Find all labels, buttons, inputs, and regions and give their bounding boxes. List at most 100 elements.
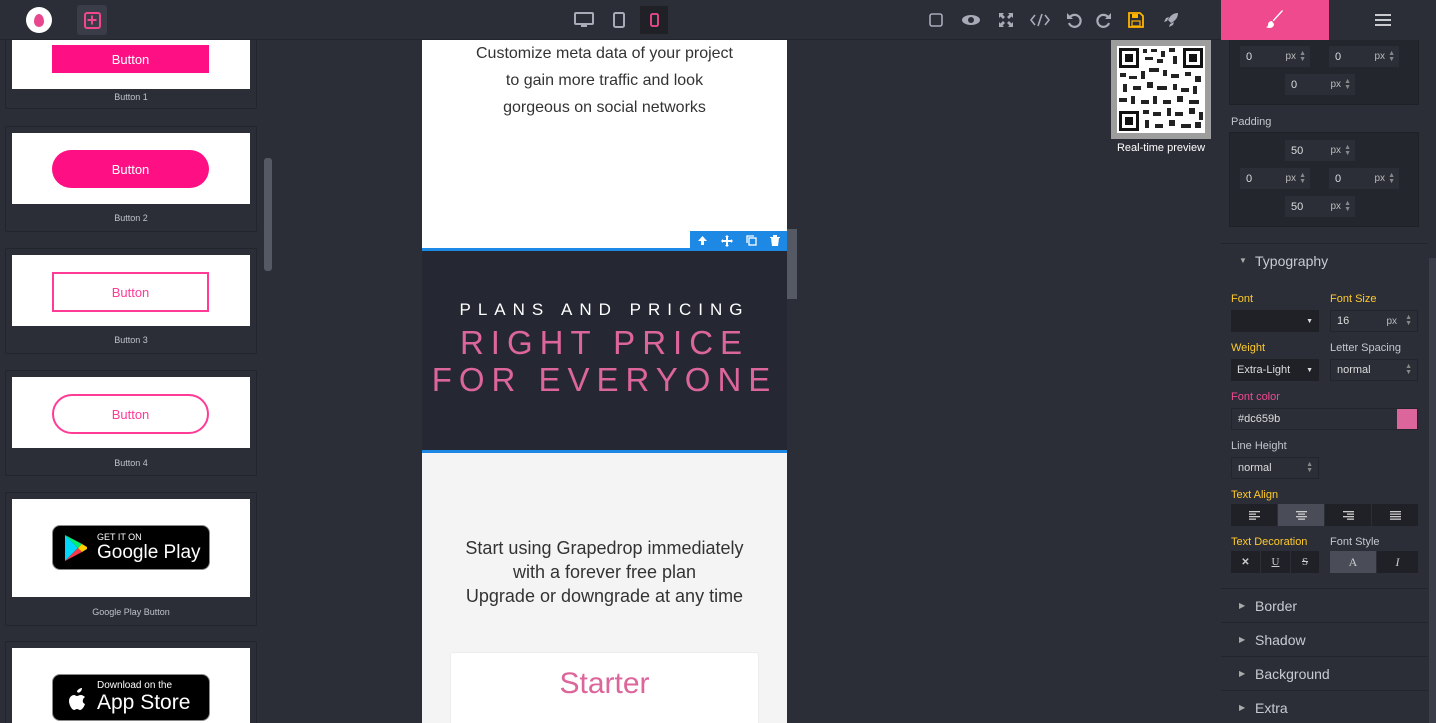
caret-down-icon: ▼ <box>1306 366 1313 374</box>
preview-button[interactable] <box>957 6 985 34</box>
block-card-app-store[interactable]: Download on the App Store <box>5 641 257 723</box>
line-height-input[interactable]: normal ▲ ▼ <box>1231 457 1319 479</box>
mobile-device-button[interactable] <box>640 6 668 34</box>
typography-section-header[interactable]: ▼ Typography <box>1221 243 1428 277</box>
font-select[interactable]: ▼ <box>1231 310 1319 332</box>
editor-canvas[interactable]: Customize meta data of your project to g… <box>422 40 787 723</box>
font-color-label: Font color <box>1231 391 1280 403</box>
tab-layer-manager[interactable] <box>1329 0 1436 40</box>
background-section-header[interactable]: ▶ Background <box>1221 656 1428 690</box>
style-panel-scrollbar[interactable] <box>1429 258 1436 723</box>
align-left-icon <box>1248 510 1260 520</box>
block-card-google-play[interactable]: GET IT ON Google Play Google Play Button <box>5 492 257 626</box>
realtime-preview-label: Real-time preview <box>1116 142 1206 154</box>
block-card-button-2[interactable]: Button Button 2 <box>5 126 257 232</box>
letter-spacing-input[interactable]: normal ▲ ▼ <box>1330 359 1418 381</box>
pricing-body-section[interactable]: Start using Grapedrop immediately with a… <box>422 453 787 723</box>
clone-icon[interactable] <box>746 235 757 246</box>
border-section-header[interactable]: ▶ Border <box>1221 588 1428 622</box>
block-thumbnail: Button <box>12 255 250 326</box>
extra-section-header[interactable]: ▶ Extra <box>1221 690 1428 723</box>
publish-button[interactable] <box>1157 6 1185 34</box>
tab-style-manager[interactable] <box>1221 0 1329 40</box>
align-justify-button[interactable] <box>1372 504 1418 526</box>
block-card-button-4[interactable]: Button Button 4 <box>5 370 257 476</box>
block-thumbnail: Button <box>12 40 250 89</box>
padding-right-input[interactable]: 0 px ▲ ▼ <box>1329 168 1399 189</box>
save-button[interactable] <box>1122 6 1150 34</box>
app-store-small-text: Download on the <box>97 680 173 691</box>
undo-icon <box>1067 13 1082 28</box>
margin-bottom-input[interactable]: 0 px ▲ ▼ <box>1285 74 1355 95</box>
qr-pattern <box>1119 48 1203 131</box>
align-center-button[interactable] <box>1278 504 1324 526</box>
blocks-scrollbar[interactable] <box>264 158 272 271</box>
eye-icon <box>962 15 980 25</box>
align-right-button[interactable] <box>1325 504 1371 526</box>
margin-left-input[interactable]: 0 px ▲ ▼ <box>1240 46 1310 67</box>
padding-box: 50 px ▲ ▼ 0 px ▲ ▼ 0 px ▲ ▼ 50 px ▲ ▼ <box>1229 132 1419 227</box>
font-style-italic-button[interactable]: I <box>1377 551 1418 573</box>
decoration-none-button[interactable]: ✕ <box>1231 551 1260 573</box>
blocks-panel: Button Button 1 Button Button 2 Button B… <box>0 40 264 723</box>
redo-button[interactable] <box>1090 6 1118 34</box>
app-store-badge: Download on the App Store <box>52 674 210 721</box>
weight-select[interactable]: Extra-Light ▼ <box>1231 359 1319 381</box>
section-label: Background <box>1255 665 1330 682</box>
square-outline-icon <box>929 13 943 27</box>
hamburger-menu-icon <box>1374 14 1391 26</box>
letter-spacing-label: Letter Spacing <box>1330 342 1401 354</box>
color-swatch[interactable] <box>1397 409 1417 429</box>
qr-code <box>1111 40 1211 139</box>
decoration-underline-button[interactable]: U <box>1261 551 1290 573</box>
weight-label: Weight <box>1231 342 1266 354</box>
font-style-normal-button[interactable]: A <box>1330 551 1376 573</box>
shadow-section-header[interactable]: ▶ Shadow <box>1221 622 1428 656</box>
block-thumbnail: Button <box>12 377 250 448</box>
caret-down-icon: ▼ <box>1306 317 1313 325</box>
block-thumbnail: Download on the App Store <box>12 648 250 723</box>
text-decoration-label: Text Decoration <box>1231 536 1308 548</box>
pricing-header-section[interactable]: PLANS AND PRICING RIGHT PRICE FOR EVERYO… <box>422 248 787 453</box>
expand-icon <box>999 13 1013 27</box>
code-view-button[interactable] <box>1026 6 1054 34</box>
tablet-device-button[interactable] <box>605 6 633 34</box>
typography-label: Typography <box>1255 252 1329 269</box>
meta-section[interactable]: Customize meta data of your project to g… <box>422 40 787 248</box>
top-toolbar <box>0 0 1221 40</box>
font-size-input[interactable]: 16 px ▲ ▼ <box>1330 310 1418 332</box>
line-height-label: Line Height <box>1231 440 1287 452</box>
paint-brush-icon <box>1266 10 1283 28</box>
arrow-up-icon[interactable] <box>697 235 708 246</box>
desktop-device-button[interactable] <box>570 6 598 34</box>
block-card-button-1[interactable]: Button Button 1 <box>5 40 257 109</box>
move-icon[interactable] <box>720 234 733 247</box>
section-label: Extra <box>1255 699 1288 716</box>
block-caption: Button 4 <box>114 458 148 468</box>
grapedrop-logo[interactable] <box>26 7 52 33</box>
fullscreen-button[interactable] <box>992 6 1020 34</box>
component-toolbar <box>690 231 787 250</box>
caret-right-icon: ▶ <box>1239 601 1246 610</box>
block-caption: Google Play Button <box>92 607 170 617</box>
font-style-label: Font Style <box>1330 536 1380 548</box>
padding-label: Padding <box>1231 116 1272 128</box>
caret-right-icon: ▶ <box>1239 669 1246 678</box>
view-components-button[interactable] <box>922 6 950 34</box>
pricing-card-starter[interactable]: Starter <box>450 652 759 723</box>
undo-button[interactable] <box>1060 6 1088 34</box>
padding-bottom-input[interactable]: 50 px ▲ ▼ <box>1285 196 1355 217</box>
decoration-strike-button[interactable]: S <box>1291 551 1319 573</box>
intro-line: Customize meta data of your project <box>475 45 733 62</box>
padding-top-input[interactable]: 50 px ▲ ▼ <box>1285 140 1355 161</box>
font-color-input[interactable]: #dc659b <box>1231 408 1418 430</box>
align-left-button[interactable] <box>1231 504 1277 526</box>
caret-right-icon: ▶ <box>1239 635 1246 644</box>
add-block-button[interactable] <box>77 5 107 35</box>
block-card-button-3[interactable]: Button Button 3 <box>5 248 257 354</box>
trash-icon[interactable] <box>770 235 781 246</box>
padding-left-input[interactable]: 0 px ▲ ▼ <box>1240 168 1310 189</box>
style-manager-panel: 0 px ▲ ▼ 0 px ▲ ▼ 0 px ▲ ▼ Padding 50 px ▲ ▼ 0 px ▲ ▼ 0… <box>1221 40 1428 723</box>
canvas-scrollbar[interactable] <box>787 229 797 299</box>
margin-right-input[interactable]: 0 px ▲ ▼ <box>1329 46 1399 67</box>
